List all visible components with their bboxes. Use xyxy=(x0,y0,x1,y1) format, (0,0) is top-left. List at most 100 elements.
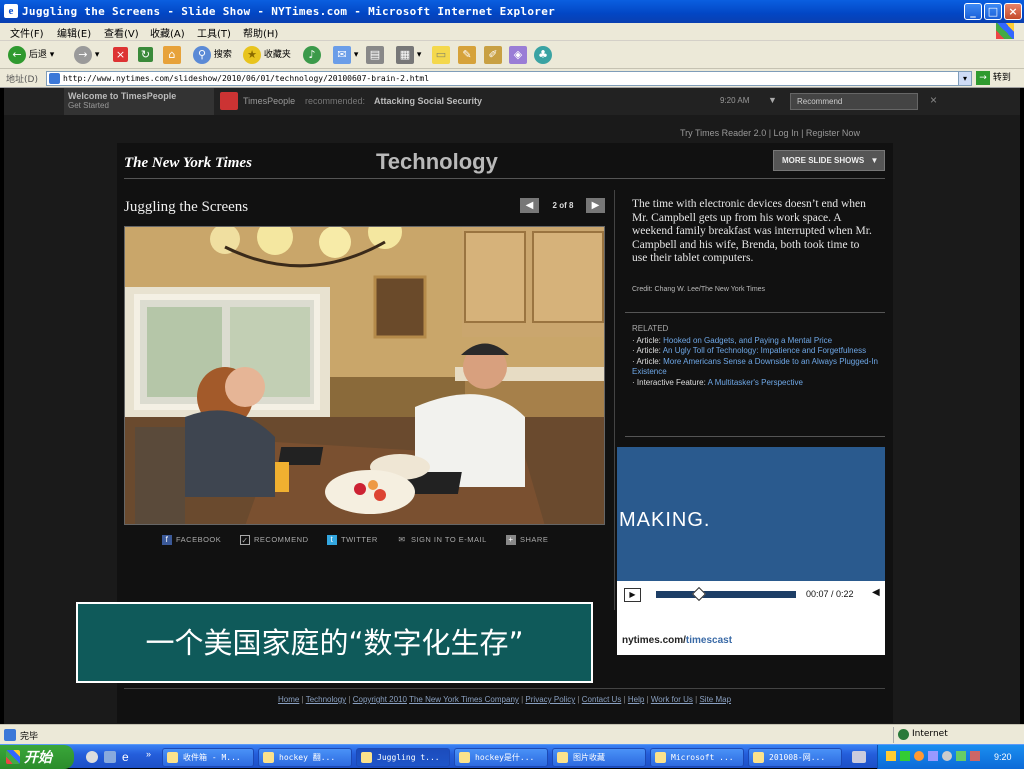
start-button[interactable]: 开始 xyxy=(0,745,74,769)
tray-icon[interactable] xyxy=(886,751,896,761)
edit-button[interactable]: ▦ ▾ xyxy=(396,45,421,65)
close-button[interactable]: × xyxy=(1004,3,1022,20)
tray-icon[interactable] xyxy=(970,751,980,761)
pen-button[interactable]: ✎ xyxy=(458,45,476,65)
footer-help-link[interactable]: Help xyxy=(628,695,644,704)
share-facebook[interactable]: f FACEBOOK xyxy=(162,535,221,546)
footer-home-link[interactable]: Home xyxy=(278,695,299,704)
header-divider xyxy=(124,178,885,179)
messenger-button[interactable]: ◈ xyxy=(509,45,527,65)
nyt-logo[interactable]: The New York Times xyxy=(124,155,252,172)
menu-help[interactable]: 帮助(H) xyxy=(243,25,278,40)
more-slide-shows-button[interactable]: MORE SLIDE SHOWS ▼ xyxy=(773,150,885,171)
footer-technology-link[interactable]: Technology xyxy=(306,695,346,704)
try-times-reader-link[interactable]: Try Times Reader 2.0 xyxy=(680,128,766,138)
share-twitter[interactable]: t TWITTER xyxy=(327,535,378,546)
video-scrubber[interactable] xyxy=(692,586,707,602)
go-button[interactable]: → 转到 xyxy=(976,70,1011,87)
home-button[interactable]: ⌂ xyxy=(163,45,181,65)
print-button[interactable]: ▤ xyxy=(366,45,384,65)
volume-icon[interactable]: ◀ xyxy=(872,587,880,598)
address-input[interactable]: http://www.nytimes.com/slideshow/2010/06… xyxy=(46,71,972,86)
related-item: · Article: Hooked on Gadgets, and Paying… xyxy=(632,335,833,345)
quicklaunch-ie-icon[interactable]: e xyxy=(122,750,129,764)
taskbar-button[interactable]: Juggling t... xyxy=(356,748,450,767)
share-email[interactable]: ✉ SIGN IN TO E-MAIL xyxy=(397,535,487,545)
favorites-button[interactable]: ★ 收藏夹 xyxy=(243,45,291,65)
quicklaunch-mail-icon[interactable] xyxy=(104,751,116,763)
tray-icon[interactable] xyxy=(900,751,910,761)
notes-button[interactable]: ▭ xyxy=(432,45,450,65)
taskbar-button[interactable]: 收件箱 - M... xyxy=(162,748,254,767)
video-player[interactable]: MAKING. ▶ 00:07 / 0:22 ◀ nytimes.com/tim… xyxy=(617,447,885,655)
menu-edit[interactable]: 编辑(E) xyxy=(57,25,91,40)
taskbar-button[interactable]: 201008-网... xyxy=(748,748,842,767)
photo-credit: Credit: Chang W. Lee/The New York Times xyxy=(632,286,766,293)
menu-file[interactable]: 文件(F) xyxy=(10,25,44,40)
page-icon xyxy=(49,73,60,84)
taskbar-button[interactable]: 图片收藏 xyxy=(552,748,646,767)
video-progress-bar[interactable] xyxy=(656,591,796,598)
search-button[interactable]: ⚲ 搜索 xyxy=(193,45,232,65)
messenger-people-button[interactable]: ♣ xyxy=(534,45,552,65)
refresh-button[interactable]: ↻ xyxy=(138,45,153,65)
mail-button[interactable]: ✉ ▾ xyxy=(333,45,358,65)
status-text: 完毕 xyxy=(20,732,39,742)
taskbar-button[interactable]: hockey是什... xyxy=(454,748,548,767)
timespeople-close-icon[interactable]: × xyxy=(930,93,937,107)
share-recommend[interactable]: ✓ RECOMMEND xyxy=(240,535,309,546)
window-titlebar[interactable]: e Juggling the Screens - Slide Show - NY… xyxy=(0,0,1024,23)
related-link[interactable]: An Ugly Toll of Technology: Impatience a… xyxy=(663,346,866,355)
footer-privacy-link[interactable]: Privacy Policy xyxy=(525,695,575,704)
footer-nyt-company-link[interactable]: The New York Times Company xyxy=(409,695,519,704)
log-in-link[interactable]: Log In xyxy=(774,128,799,138)
status-bar: 完毕 Internet xyxy=(0,724,1024,744)
related-link[interactable]: Hooked on Gadgets, and Paying a Mental P… xyxy=(663,336,832,345)
timespeople-welcome[interactable]: Welcome to TimesPeople Get Started xyxy=(64,88,214,115)
section-title[interactable]: Technology xyxy=(376,149,498,175)
taskbar-button[interactable]: Microsoft ... xyxy=(650,748,744,767)
timespeople-dropdown-icon[interactable]: ▼ xyxy=(768,95,777,105)
back-button[interactable]: ← 后退 ▾ xyxy=(8,45,54,65)
menu-tools[interactable]: 工具(T) xyxy=(197,25,231,40)
research-button[interactable]: ✐ xyxy=(484,45,502,65)
tray-icon[interactable] xyxy=(914,751,924,761)
tray-icon[interactable] xyxy=(956,751,966,761)
footer-sitemap-link[interactable]: Site Map xyxy=(699,695,731,704)
menu-favorites[interactable]: 收藏(A) xyxy=(150,25,185,40)
footer-work-link[interactable]: Work for Us xyxy=(651,695,693,704)
timescast-brand[interactable]: nytimes.com/timescast xyxy=(622,635,732,646)
address-dropdown-icon[interactable]: ▾ xyxy=(958,71,972,86)
previous-slide-button[interactable]: ◀ xyxy=(520,198,539,213)
footer-copyright-link[interactable]: Copyright 2010 xyxy=(353,695,407,704)
video-frame[interactable]: MAKING. xyxy=(617,447,885,581)
research-icon: ✐ xyxy=(484,45,502,64)
home-icon: ⌂ xyxy=(163,45,181,64)
recommended-article-link[interactable]: Attacking Social Security xyxy=(374,96,482,106)
menu-view[interactable]: 查看(V) xyxy=(104,25,139,40)
window-icon xyxy=(459,752,470,763)
related-link[interactable]: More Americans Sense a Downside to an Al… xyxy=(632,357,878,377)
window-icon xyxy=(655,752,666,763)
window-icon xyxy=(361,752,372,763)
media-button[interactable]: ♪ xyxy=(303,45,321,65)
register-link[interactable]: Register Now xyxy=(806,128,860,138)
tray-icon[interactable] xyxy=(928,751,938,761)
maximize-button[interactable]: □ xyxy=(984,3,1002,20)
taskbar-button[interactable]: hockey 翻... xyxy=(258,748,352,767)
play-button[interactable]: ▶ xyxy=(624,588,641,602)
quicklaunch-more-icon[interactable]: » xyxy=(146,749,151,759)
next-slide-button[interactable]: ▶ xyxy=(586,198,605,213)
stop-button[interactable]: × xyxy=(113,45,128,65)
get-started-link[interactable]: Get Started xyxy=(68,101,214,110)
video-time: 00:07 / 0:22 xyxy=(806,589,854,599)
quicklaunch-desktop-icon[interactable] xyxy=(86,751,98,763)
related-link[interactable]: A Multitasker's Perspective xyxy=(708,378,803,387)
tray-icon[interactable] xyxy=(942,751,952,761)
footer-contact-link[interactable]: Contact Us xyxy=(582,695,622,704)
minimize-button[interactable]: _ xyxy=(964,3,982,20)
share-share[interactable]: + SHARE xyxy=(506,535,548,546)
taskbar-group-icon[interactable] xyxy=(852,751,866,763)
forward-button[interactable]: → ▾ xyxy=(74,45,99,65)
recommend-button[interactable]: Recommend xyxy=(790,93,918,110)
